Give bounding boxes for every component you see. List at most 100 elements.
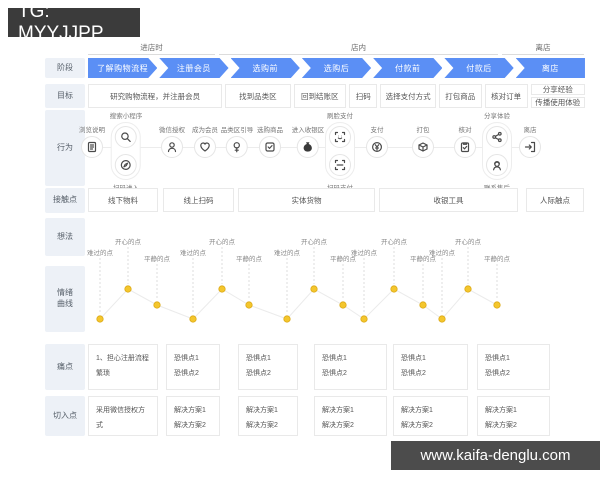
thought-label: 开心的点 (381, 236, 407, 246)
touchpoint-box: 人际触点 (526, 188, 584, 212)
emotion-dot-happy (311, 286, 317, 292)
solution-text: 解决方案1 (174, 403, 212, 418)
touchpoint-box: 线上扫码 (163, 188, 234, 212)
stage-group-label: 进店时 (140, 43, 163, 52)
journey-map-canvas: TG: MYYJJPP 进店时 店内 离店 阶段 了解购物流程 注册会员 选购前… (0, 0, 600, 480)
emotion-dot-sad (97, 316, 103, 322)
goal-box: 回到结账区 (294, 84, 347, 108)
row-emotion: 想法 情绪曲线 难过的点开心的点平静的点难过的点开心的点平静的点难过的点开心的点… (45, 216, 585, 340)
thought-label: 难过的点 (180, 247, 206, 257)
emotion-dot-sad (284, 316, 290, 322)
row-solutions: 切入点 采用微信授权方式 解决方案1 解决方案2 解决方案1 解决方案2 解决方… (45, 396, 585, 436)
thought-label: 难过的点 (274, 247, 300, 257)
exit-icon (519, 136, 541, 158)
solution-box: 解决方案1 解决方案2 (314, 396, 387, 436)
emotion-dot-sad (190, 316, 196, 322)
solution-box: 解决方案1 解决方案2 (477, 396, 550, 436)
thought-label: 平静的点 (484, 253, 510, 263)
pain-text: 恐惧点2 (174, 366, 212, 381)
behavior-share-aftersales: 分享体验 联系售后 (482, 110, 512, 192)
touchpoint-box: 收银工具 (379, 188, 518, 212)
emotion-curve (88, 216, 584, 340)
stage-group-label: 店内 (351, 43, 366, 52)
behavior-payment-methods: 刷脸支付 扫码支付 (325, 110, 355, 192)
emotion-dot-sad (439, 316, 445, 322)
search-icon (115, 126, 137, 148)
solution-box: 解决方案1 解决方案2 (393, 396, 468, 436)
goal-box: 打包商品 (439, 84, 482, 108)
goal-box: 选择支付方式 (380, 84, 436, 108)
pain-text: 恐惧点1 (246, 351, 290, 366)
pain-text: 恐惧点2 (401, 366, 460, 381)
goal-box-stack: 分享经验 传播使用体验 (531, 84, 585, 108)
pain-box: 恐惧点1 恐惧点2 (166, 344, 220, 390)
behavior-search-miniprogram: 搜索小程序 扫码进入 (110, 110, 143, 192)
phase-arrow: 付款前 (373, 58, 442, 78)
pain-box: 恐惧点1 恐惧点2 (393, 344, 468, 390)
thought-label: 平静的点 (236, 253, 262, 263)
emotion-dot-happy (125, 286, 131, 292)
solution-box: 解决方案1 解决方案2 (238, 396, 298, 436)
emotion-dot-calm (340, 302, 346, 308)
support-icon (486, 154, 508, 176)
behavior-icon-group (111, 122, 141, 180)
thought-label: 开心的点 (209, 236, 235, 246)
solution-text: 解决方案2 (485, 418, 542, 433)
solution-text: 解决方案2 (246, 418, 290, 433)
journey-map: 进店时 店内 离店 阶段 了解购物流程 注册会员 选购前 选购后 付款前 付款后… (45, 42, 585, 438)
watermark-top: TG: MYYJJPP (8, 8, 140, 37)
phase-arrow: 选购前 (231, 58, 300, 78)
row-label-emotion-curve: 情绪曲线 (45, 266, 85, 332)
goal-boxes: 研究购物流程，并注册会员 找到品类区 回到结账区 扫码 选择支付方式 打包商品 … (88, 84, 585, 108)
solution-text: 解决方案1 (401, 403, 460, 418)
stage-group-header: 进店时 店内 离店 (45, 42, 585, 56)
behavior-pick-goods: 选购商品 (257, 124, 283, 158)
emotion-content: 难过的点开心的点平静的点难过的点开心的点平静的点难过的点开心的点平静的点难过的点… (88, 216, 585, 340)
thought-label: 开心的点 (455, 236, 481, 246)
pain-text: 恐惧点1 (401, 351, 460, 366)
pain-text: 恐惧点1 (485, 351, 542, 366)
solution-text: 解决方案2 (401, 418, 460, 433)
share-icon (486, 126, 508, 148)
face-scan-icon (329, 126, 351, 148)
location-icon (226, 136, 248, 158)
behavior-become-member: 成为会员 (192, 124, 218, 158)
pain-text: 恐惧点2 (485, 366, 542, 381)
row-goals: 目标 研究购物流程，并注册会员 找到品类区 回到结账区 扫码 选择支付方式 打包… (45, 84, 585, 108)
stage-group-leave: 离店 (502, 42, 584, 55)
solution-text: 解决方案2 (322, 418, 379, 433)
phase-arrows: 了解购物流程 注册会员 选购前 选购后 付款前 付款后 离店 (88, 58, 585, 78)
goal-box: 分享经验 (531, 84, 585, 95)
stage-group-label: 离店 (536, 43, 551, 52)
pain-box: 恐惧点1 恐惧点2 (314, 344, 387, 390)
pain-box: 1、担心注册流程繁琐 (88, 344, 158, 390)
checklist-icon (259, 136, 281, 158)
heart-icon (194, 136, 216, 158)
thought-label: 难过的点 (87, 247, 113, 257)
thought-label: 平静的点 (144, 253, 170, 263)
qr-scan-icon (329, 154, 351, 176)
emotion-dot-sad (361, 316, 367, 322)
emotion-dot-happy (465, 286, 471, 292)
pain-text: 恐惧点2 (322, 366, 379, 381)
emotion-dot-calm (494, 302, 500, 308)
thought-label: 开心的点 (115, 236, 141, 246)
phase-arrow: 了解购物流程 (88, 58, 157, 78)
behavior-wechat-auth: 微信授权 (159, 124, 185, 158)
touchpoint-box: 线下物料 (88, 188, 158, 212)
document-icon (81, 136, 103, 158)
solution-text: 解决方案1 (322, 403, 379, 418)
row-label-solutions: 切入点 (45, 396, 85, 436)
emotion-dot-happy (219, 286, 225, 292)
solution-box: 采用微信授权方式 (88, 396, 158, 436)
row-behaviors: 行为 浏览说明 搜索小程序 (45, 110, 585, 186)
emotion-dot-happy (391, 286, 397, 292)
stage-group-entry: 进店时 (88, 42, 215, 55)
pain-text: 1、担心注册流程繁琐 (96, 351, 150, 381)
row-label-pains: 痛点 (45, 344, 85, 390)
phase-arrow: 注册会员 (159, 58, 228, 78)
thought-label: 难过的点 (351, 247, 377, 257)
goal-box: 研究购物流程，并注册会员 (88, 84, 222, 108)
pain-box: 恐惧点1 恐惧点2 (238, 344, 298, 390)
behavior-category-guide: 品类区引导 (221, 124, 254, 158)
